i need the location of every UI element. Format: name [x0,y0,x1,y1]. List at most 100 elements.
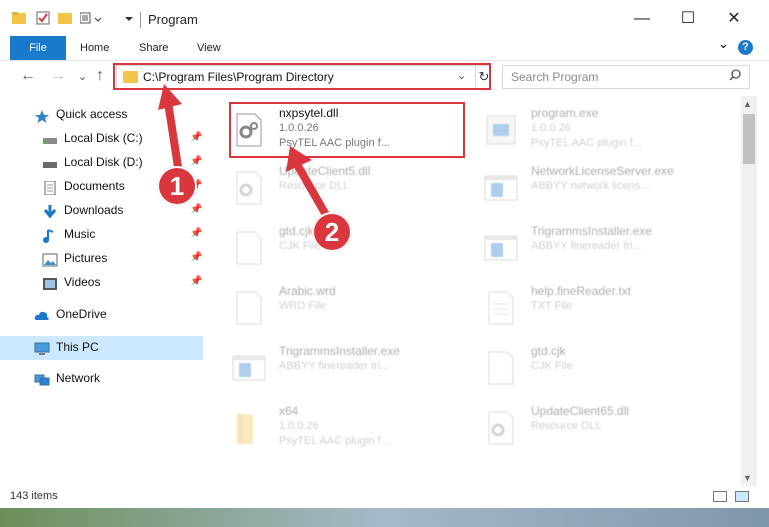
ribbon: File Home Share View ⌄ ? [0,36,769,61]
pin-icon[interactable]: 📌 [190,252,202,263]
back-button[interactable]: ← [20,67,36,85]
sidebar-item-label: Documents [64,179,125,193]
title-bar: Program — ☐ ✕ [0,0,769,36]
title-separator [140,12,141,28]
up-button[interactable]: ↑ [96,67,104,85]
step-badge-1: 1 [157,166,197,206]
file-icon [483,350,519,386]
pin-icon[interactable]: 📌 [190,228,202,239]
vertical-scrollbar[interactable]: ▲ ▼ [741,96,757,486]
search-box[interactable]: Search Program [502,65,750,89]
file-description: PsyTEL AAC plugin f... [531,137,642,149]
tab-file[interactable]: File [10,36,66,60]
window-title: Program [148,12,198,27]
recent-locations-button[interactable]: ⌄ [78,70,87,83]
file-name: NetworkLicenseServer.exe [531,164,674,178]
sidebar-item-label: Videos [64,275,101,289]
file-type: Resource DLL [531,420,602,432]
folder-icon [12,11,26,25]
file-item[interactable]: program.exe 1.0.0.26 PsyTEL AAC plugin f… [483,106,713,154]
sidebar-item-label: Local Disk (D:) [64,155,143,169]
large-icons-view-icon[interactable] [735,491,749,502]
sidebar-item-label: Music [64,227,96,241]
maximize-button[interactable]: ☐ [673,6,703,32]
drive-icon [42,132,58,146]
file-description: PsyTEL AAC plugin f... [279,435,390,447]
scroll-down-icon[interactable]: ▼ [743,473,752,483]
file-item[interactable]: x64 1.0.0.26 PsyTEL AAC plugin f... [231,404,461,452]
sidebar-item-music[interactable]: Music [42,223,95,245]
sidebar-item-documents[interactable]: Documents [42,175,125,197]
pictures-icon [42,252,58,267]
exe-window-icon [483,170,519,206]
selected-nav-highlight [0,336,203,360]
file-item[interactable]: help.fineReader.txt TXT File [483,284,713,332]
properties-icon[interactable] [36,11,50,25]
customize-toolbar-icon[interactable] [79,11,102,25]
file-name: gtd.cjk [531,344,566,358]
close-button[interactable]: ✕ [719,6,749,32]
scroll-thumb[interactable] [743,114,755,164]
text-file-icon [483,290,519,326]
file-name: Arabic.wrd [279,284,336,298]
folder-icon [231,410,267,446]
pin-icon[interactable]: 📌 [190,204,202,215]
tab-view[interactable]: View [197,36,221,60]
file-item[interactable]: TrigrammsInstaller.exe ABBYY finereader … [483,224,713,272]
forward-button[interactable]: → [50,67,66,85]
help-button[interactable]: ? [738,40,753,55]
sidebar-item-local-disk-c[interactable]: Local Disk (C:) [42,127,143,149]
item-count: 143 items [10,490,58,502]
file-icon [231,290,267,326]
minimize-button[interactable]: — [627,6,657,32]
file-name: x64 [279,404,299,418]
search-input[interactable]: Search Program [511,70,598,84]
expand-ribbon-button[interactable]: ⌄ [718,36,729,52]
new-folder-icon[interactable] [58,11,72,25]
scroll-up-icon[interactable]: ▲ [743,99,752,109]
tab-home[interactable]: Home [80,36,109,60]
file-name: help.fineReader.txt [531,284,632,298]
sidebar-item-downloads[interactable]: Downloads [42,199,123,221]
file-description: ABBYY finereader tri... [531,240,642,252]
sidebar-item-this-pc[interactable]: This PC [34,336,99,358]
file-item[interactable]: UpdateClient65.dll Resource DLL [483,404,713,452]
cloud-icon [34,308,50,322]
file-name: program.exe [531,106,599,120]
file-type: CJK File [531,360,573,372]
file-name: TrigrammsInstaller.exe [279,344,400,358]
documents-icon [42,180,58,196]
file-type: TXT File [531,300,573,312]
sidebar-item-network[interactable]: Network [34,367,100,389]
file-item[interactable]: gtd.cjk CJK File [483,344,713,392]
music-icon [42,228,58,243]
dropdown-arrow-icon[interactable] [124,11,138,25]
file-item[interactable]: TrigrammsInstaller.exe ABBYY finereader … [231,344,461,392]
file-icon [231,230,267,266]
drive-icon [42,156,58,170]
step-badge-2: 2 [312,212,352,252]
sidebar-item-label: Network [56,371,101,385]
network-icon [34,372,50,386]
details-view-icon[interactable] [713,491,727,502]
tab-share[interactable]: Share [139,36,168,60]
computer-icon [34,341,50,355]
exe-window-icon [231,350,267,386]
exe-icon [483,112,519,148]
download-icon [42,204,58,219]
file-item[interactable]: Arabic.wrd WRD File [231,284,461,332]
exe-window-icon [483,230,519,266]
sidebar-item-onedrive[interactable]: OneDrive [34,303,107,325]
videos-icon [42,276,58,290]
file-name: UpdateClient65.dll [531,404,630,418]
file-item[interactable]: NetworkLicenseServer.exe ABBYY network l… [483,164,713,212]
sidebar-item-quick-access[interactable]: Quick access [34,103,127,125]
sidebar-item-pictures[interactable]: Pictures [42,247,107,269]
dll-gear-icon [231,170,267,206]
sidebar-item-label: OneDrive [56,307,107,321]
sidebar-item-label: This PC [56,340,99,354]
sidebar-item-local-disk-d[interactable]: Local Disk (D:) [42,151,143,173]
sidebar-item-label: Downloads [64,203,124,217]
sidebar-item-videos[interactable]: Videos [42,271,100,293]
pin-icon[interactable]: 📌 [190,276,202,287]
